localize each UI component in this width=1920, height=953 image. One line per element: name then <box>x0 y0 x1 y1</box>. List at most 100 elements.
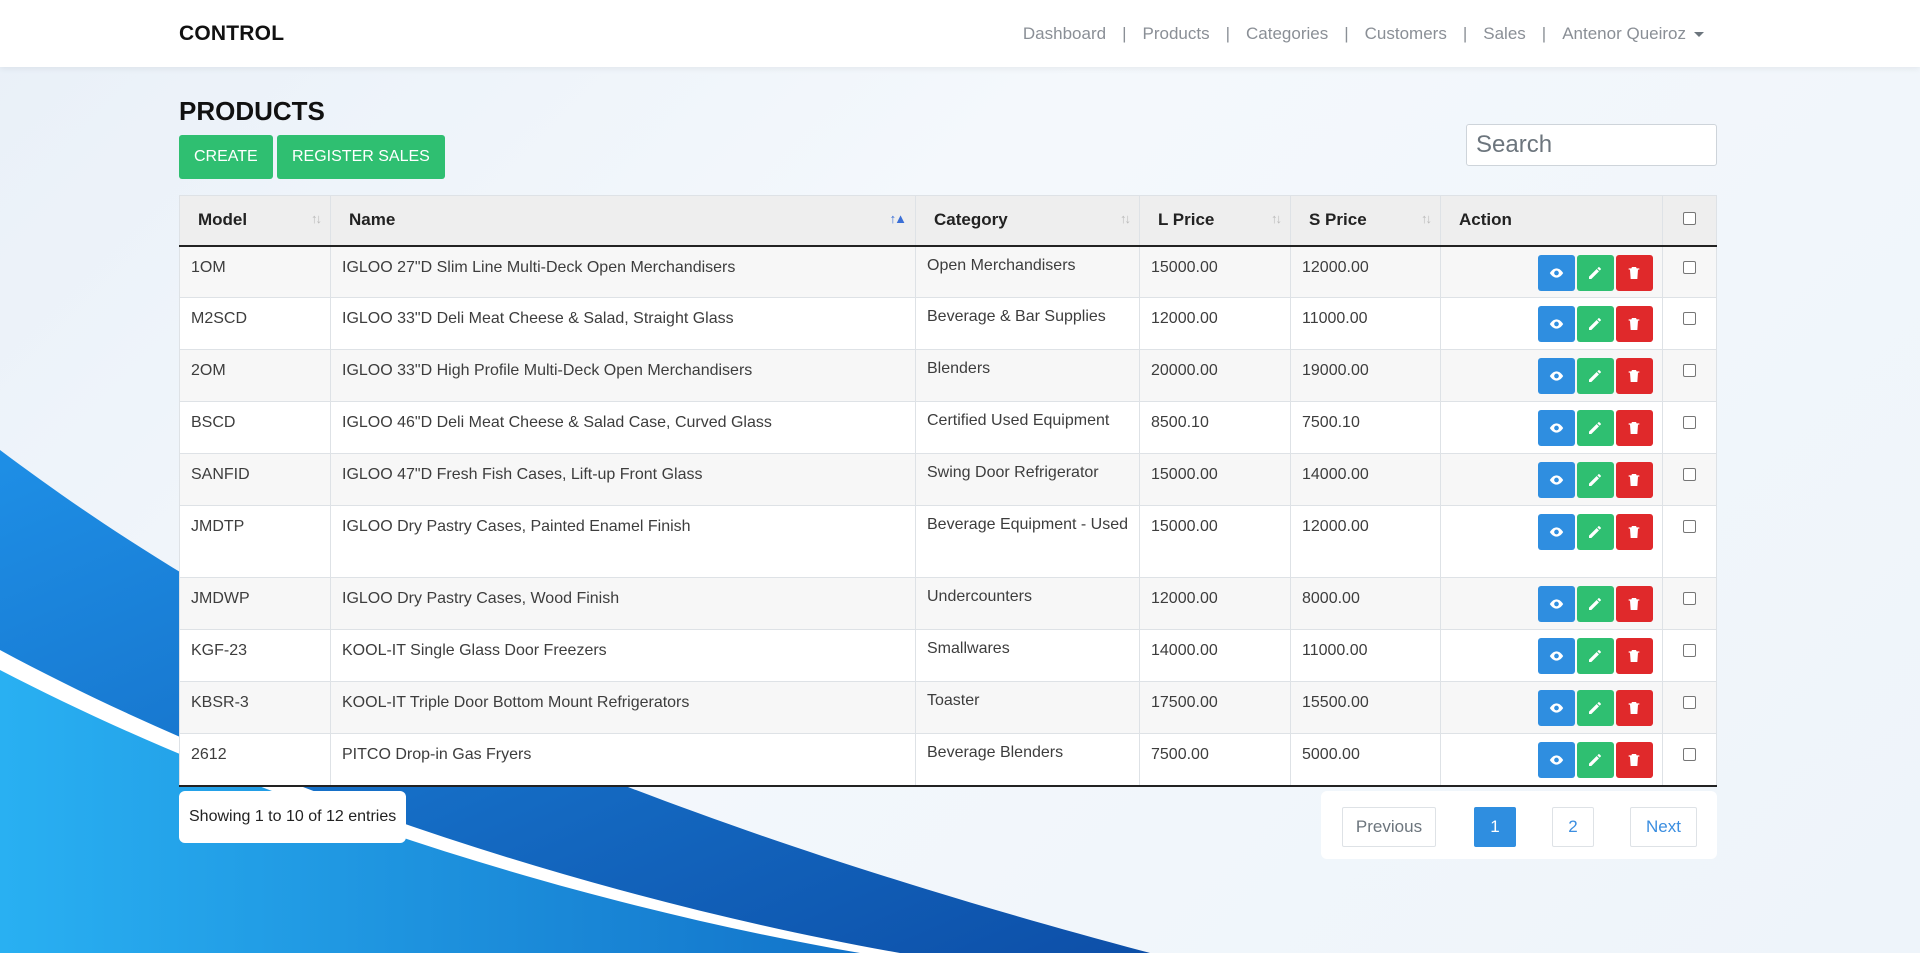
cell-category: Blenders <box>915 349 1140 402</box>
edit-button[interactable] <box>1577 254 1614 291</box>
cell-model: M2SCD <box>179 297 331 350</box>
view-button[interactable] <box>1538 586 1575 622</box>
nav-products[interactable]: Products <box>1142 24 1209 44</box>
row-checkbox[interactable] <box>1683 312 1696 325</box>
col-select-all[interactable] <box>1662 195 1717 247</box>
cell-model: JMDWP <box>179 577 331 630</box>
user-menu[interactable]: Antenor Queiroz <box>1562 24 1704 44</box>
nav-separator: | <box>1225 24 1230 43</box>
delete-button[interactable] <box>1616 306 1653 342</box>
nav-customers[interactable]: Customers <box>1365 24 1447 44</box>
products-table: Model ↑↓ Name ↑▲ Category ↑↓ L Price ↑↓ S Pr… <box>179 195 1717 787</box>
col-sprice[interactable]: S Price ↑↓ <box>1290 195 1441 247</box>
delete-button[interactable] <box>1616 690 1653 726</box>
register-sales-button[interactable]: REGISTER SALES <box>277 135 445 179</box>
nav-separator: | <box>1122 24 1127 43</box>
cell-actions <box>1440 453 1663 506</box>
delete-button[interactable] <box>1616 254 1653 291</box>
cell-actions <box>1440 629 1663 682</box>
edit-button[interactable] <box>1577 742 1614 778</box>
view-button[interactable] <box>1538 690 1575 726</box>
view-button[interactable] <box>1538 514 1575 550</box>
cell-model: SANFID <box>179 453 331 506</box>
cell-lprice: 15000.00 <box>1139 453 1291 506</box>
page-1-button[interactable]: 1 <box>1474 807 1516 847</box>
cell-name: IGLOO 47"D Fresh Fish Cases, Lift-up Fro… <box>330 453 916 506</box>
cell-sprice: 7500.10 <box>1290 401 1441 454</box>
cell-select <box>1662 577 1717 630</box>
cell-category: Undercounters <box>915 577 1140 630</box>
create-button[interactable]: CREATE <box>179 135 273 179</box>
row-checkbox[interactable] <box>1683 520 1696 533</box>
nav-sales[interactable]: Sales <box>1483 24 1526 44</box>
delete-button[interactable] <box>1616 586 1653 622</box>
delete-button[interactable] <box>1616 358 1653 394</box>
delete-button[interactable] <box>1616 638 1653 674</box>
cell-sprice: 5000.00 <box>1290 733 1441 787</box>
delete-button[interactable] <box>1616 514 1653 550</box>
brand-logo[interactable]: CONTROL <box>179 22 284 46</box>
sort-icon: ↑↓ <box>1421 211 1432 226</box>
row-checkbox[interactable] <box>1683 748 1696 761</box>
search-input[interactable] <box>1466 124 1717 166</box>
row-checkbox[interactable] <box>1683 644 1696 657</box>
col-model[interactable]: Model ↑↓ <box>179 195 331 247</box>
cell-select <box>1662 629 1717 682</box>
cell-name: IGLOO 33"D Deli Meat Cheese & Salad, Str… <box>330 297 916 350</box>
col-lprice[interactable]: L Price ↑↓ <box>1139 195 1291 247</box>
row-checkbox[interactable] <box>1683 260 1696 274</box>
cell-lprice: 14000.00 <box>1139 629 1291 682</box>
caret-down-icon <box>1694 32 1704 38</box>
edit-button[interactable] <box>1577 514 1614 550</box>
row-checkbox[interactable] <box>1683 364 1696 377</box>
prev-page-button[interactable]: Previous <box>1342 807 1436 847</box>
edit-button[interactable] <box>1577 690 1614 726</box>
cell-select <box>1662 681 1717 734</box>
nav-dashboard[interactable]: Dashboard <box>1023 24 1106 44</box>
view-button[interactable] <box>1538 742 1575 778</box>
view-button[interactable] <box>1538 358 1575 394</box>
view-button[interactable] <box>1538 638 1575 674</box>
delete-button[interactable] <box>1616 462 1653 498</box>
cell-category: Beverage Blenders <box>915 733 1140 787</box>
nav-separator: | <box>1344 24 1349 43</box>
cell-category: Swing Door Refrigerator <box>915 453 1140 506</box>
edit-button[interactable] <box>1577 462 1614 498</box>
cell-lprice: 15000.00 <box>1139 505 1291 578</box>
row-checkbox[interactable] <box>1683 468 1696 481</box>
page-2-button[interactable]: 2 <box>1552 807 1594 847</box>
nav-separator: | <box>1541 24 1547 43</box>
col-category[interactable]: Category ↑↓ <box>915 195 1140 247</box>
sort-asc-icon: ↑▲ <box>889 211 907 226</box>
cell-sprice: 12000.00 <box>1290 505 1441 578</box>
row-checkbox[interactable] <box>1683 592 1696 605</box>
next-page-button[interactable]: Next <box>1630 807 1697 847</box>
edit-button[interactable] <box>1577 410 1614 446</box>
view-button[interactable] <box>1538 306 1575 342</box>
delete-button[interactable] <box>1616 742 1653 778</box>
view-button[interactable] <box>1538 410 1575 446</box>
delete-button[interactable] <box>1616 410 1653 446</box>
nav-categories[interactable]: Categories <box>1246 24 1328 44</box>
table-header-row: Model ↑↓ Name ↑▲ Category ↑↓ L Price ↑↓ S Pr… <box>179 195 1717 247</box>
row-checkbox[interactable] <box>1683 696 1696 709</box>
col-name[interactable]: Name ↑▲ <box>330 195 916 247</box>
view-button[interactable] <box>1538 462 1575 498</box>
edit-button[interactable] <box>1577 306 1614 342</box>
sort-icon: ↑↓ <box>1271 211 1282 226</box>
edit-button[interactable] <box>1577 638 1614 674</box>
cell-category: Smallwares <box>915 629 1140 682</box>
cell-model: 2612 <box>179 733 331 787</box>
cell-name: IGLOO 33"D High Profile Multi-Deck Open … <box>330 349 916 402</box>
cell-sprice: 8000.00 <box>1290 577 1441 630</box>
view-button[interactable] <box>1538 254 1575 291</box>
cell-actions <box>1440 681 1663 734</box>
edit-button[interactable] <box>1577 358 1614 394</box>
cell-category: Certified Used Equipment <box>915 401 1140 454</box>
row-checkbox[interactable] <box>1683 416 1696 429</box>
cell-select <box>1662 505 1717 578</box>
cell-name: KOOL-IT Single Glass Door Freezers <box>330 629 916 682</box>
edit-button[interactable] <box>1577 586 1614 622</box>
cell-sprice: 19000.00 <box>1290 349 1441 402</box>
select-all-checkbox[interactable] <box>1683 212 1696 226</box>
